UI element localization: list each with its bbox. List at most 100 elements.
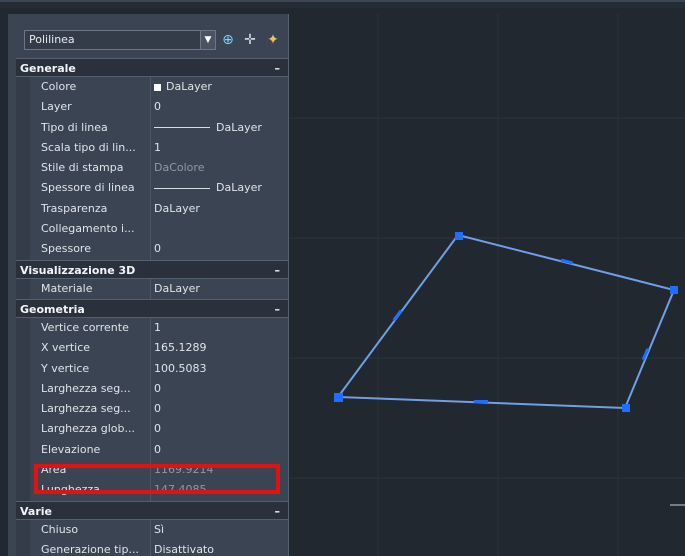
property-value[interactable]: DaLayer: [154, 178, 286, 198]
drawing-canvas[interactable]: [290, 14, 685, 556]
property-label: Scala tipo di lin...: [41, 140, 136, 154]
property-row-colore[interactable]: Colore DaLayer: [16, 77, 288, 98]
properties-panel: Polilinea ▼ ⊕ ✛ ✦ Generale – Colore DaLa…: [8, 14, 289, 556]
property-label: Vertice corrente: [41, 320, 129, 334]
section-geometria[interactable]: Geometria –: [16, 298, 288, 319]
row-gutter: [16, 198, 30, 220]
property-row-y-vertice[interactable]: Y vertice 100.5083: [16, 358, 288, 379]
property-label: Layer: [41, 100, 72, 114]
property-value[interactable]: 1: [154, 318, 286, 338]
dropdown-arrow-icon[interactable]: ▼: [200, 31, 215, 49]
vertex-grip[interactable]: [622, 404, 630, 412]
property-value[interactable]: 0: [154, 239, 286, 259]
property-row-tipo-linea[interactable]: Tipo di linea DaLayer: [16, 117, 288, 138]
section-title: Generale: [20, 62, 76, 75]
row-gutter: [16, 358, 30, 379]
property-value[interactable]: DaColore: [154, 158, 286, 178]
row-gutter: [16, 480, 30, 501]
property-label: Elevazione: [41, 442, 101, 456]
section-visualizzazione-3d[interactable]: Visualizzazione 3D –: [16, 259, 288, 280]
collapse-icon[interactable]: –: [275, 502, 281, 521]
property-value-text: DaLayer: [216, 120, 262, 134]
column-divider: [150, 439, 151, 461]
select-objects-icon[interactable]: ✛: [241, 30, 259, 50]
property-row-chiuso[interactable]: Chiuso Sì: [16, 519, 288, 540]
column-divider: [150, 378, 151, 400]
property-value[interactable]: 0: [154, 419, 286, 439]
property-row-scala-tipo-linea[interactable]: Scala tipo di lin... 1: [16, 137, 288, 159]
column-divider: [150, 399, 151, 420]
property-label: Colore: [41, 80, 77, 93]
quick-select-icon[interactable]: ✦: [264, 30, 282, 50]
property-row-larghezza-seg-iniziale[interactable]: Larghezza seg... 0: [16, 378, 288, 400]
row-gutter: [16, 399, 30, 420]
row-gutter: [16, 278, 30, 299]
vertex-grip[interactable]: [334, 393, 343, 402]
top-bar-stripe: [0, 0, 685, 2]
property-value[interactable]: 100.5083: [154, 359, 286, 379]
property-row-elevazione[interactable]: Elevazione 0: [16, 439, 288, 461]
row-gutter: [16, 137, 30, 159]
lineweight-sample-icon: [154, 187, 210, 189]
polyline-shape[interactable]: [336, 233, 676, 410]
property-row-stile-stampa[interactable]: Stile di stampa DaColore: [16, 158, 288, 179]
column-divider: [150, 219, 151, 240]
property-row-spessore-linea[interactable]: Spessore di linea DaLayer: [16, 178, 288, 199]
property-row-spessore[interactable]: Spessore 0: [16, 239, 288, 260]
property-value[interactable]: 0: [154, 97, 286, 117]
property-label: Generazione tip...: [41, 542, 139, 556]
property-row-larghezza-seg-finale[interactable]: Larghezza seg... 0: [16, 399, 288, 420]
section-varie[interactable]: Varie –: [16, 500, 288, 521]
property-row-generazione-tipo-linea[interactable]: Generazione tip... Disattivato: [16, 539, 288, 556]
column-divider: [150, 77, 151, 98]
property-label: Y vertice: [41, 361, 90, 375]
property-row-layer[interactable]: Layer 0: [16, 97, 288, 118]
midpoint-grip[interactable]: [392, 309, 403, 321]
column-divider: [150, 178, 151, 199]
object-selector-row: Polilinea ▼ ⊕ ✛ ✦: [16, 30, 286, 52]
property-label: X vertice: [41, 341, 91, 355]
property-label: Stile di stampa: [41, 161, 124, 175]
property-value[interactable]: DaLayer: [154, 77, 286, 97]
property-value[interactable]: 0: [154, 440, 286, 460]
property-label: Materiale: [41, 281, 93, 295]
property-row-materiale[interactable]: Materiale DaLayer: [16, 278, 288, 299]
row-gutter: [16, 317, 30, 339]
column-divider: [150, 539, 151, 556]
property-row-vertice-corrente[interactable]: Vertice corrente 1: [16, 317, 288, 339]
row-gutter: [16, 178, 30, 199]
property-label: Trasparenza: [41, 201, 108, 215]
property-row-larghezza-globale[interactable]: Larghezza glob... 0: [16, 419, 288, 440]
object-type-select[interactable]: Polilinea ▼: [24, 30, 216, 50]
column-divider: [150, 278, 151, 299]
collapse-icon[interactable]: –: [275, 261, 281, 280]
property-label: Larghezza glob...: [41, 422, 135, 436]
row-gutter: [16, 117, 30, 138]
column-divider: [150, 117, 151, 138]
property-value[interactable]: 1: [154, 138, 286, 158]
row-gutter: [16, 338, 30, 359]
property-row-collegamento[interactable]: Collegamento i...: [16, 219, 288, 240]
vertex-grip[interactable]: [670, 286, 678, 294]
column-divider: [150, 519, 151, 540]
collapse-icon[interactable]: –: [275, 59, 281, 78]
toggle-pickadd-icon[interactable]: ⊕: [219, 30, 237, 50]
property-row-trasparenza[interactable]: Trasparenza DaLayer: [16, 198, 288, 220]
property-value[interactable]: Disattivato: [154, 540, 286, 556]
property-value[interactable]: 0: [154, 399, 286, 419]
property-value[interactable]: DaLayer: [154, 199, 286, 219]
row-gutter: [16, 158, 30, 179]
property-value[interactable]: 0: [154, 379, 286, 399]
property-value[interactable]: Sì: [154, 520, 286, 540]
property-value[interactable]: DaLayer: [154, 279, 286, 299]
property-value[interactable]: 165.1289: [154, 338, 286, 358]
property-row-x-vertice[interactable]: X vertice 165.1289: [16, 338, 288, 359]
section-generale[interactable]: Generale –: [16, 58, 288, 77]
midpoint-grip[interactable]: [474, 400, 488, 403]
property-value[interactable]: DaLayer: [154, 118, 286, 138]
collapse-icon[interactable]: –: [275, 300, 281, 319]
column-divider: [150, 338, 151, 359]
vertex-grip[interactable]: [455, 232, 463, 240]
column-divider: [150, 419, 151, 440]
row-gutter: [16, 239, 30, 260]
